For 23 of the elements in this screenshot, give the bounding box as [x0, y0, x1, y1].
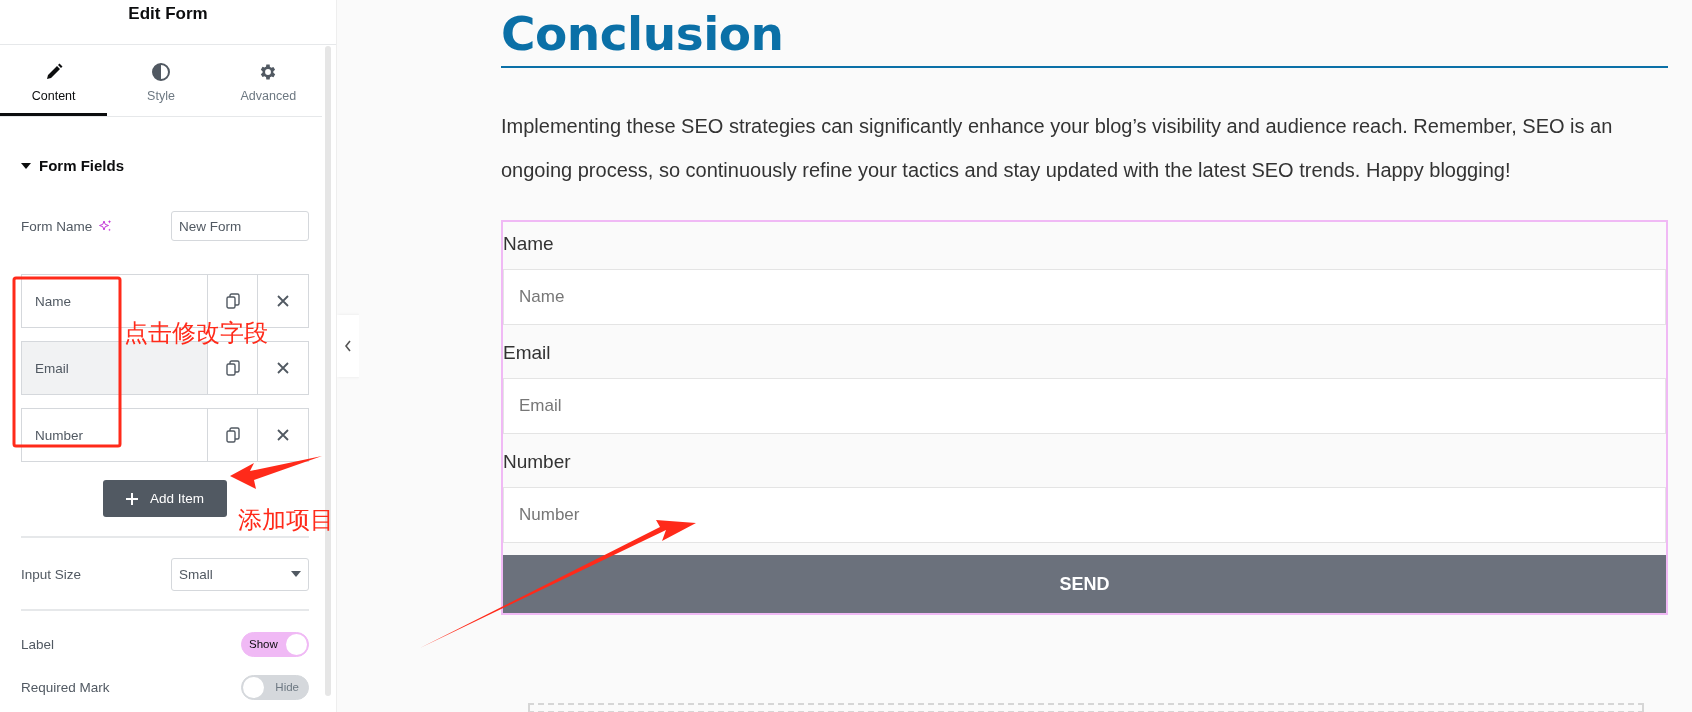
- control-label: Label: [21, 636, 55, 652]
- control-label: Form Name: [21, 218, 93, 234]
- control-label: Required Mark: [21, 679, 110, 695]
- tab[interactable]: Style: [107, 45, 215, 116]
- tab[interactable]: Content: [0, 45, 108, 116]
- panel-title: Edit Form: [128, 3, 208, 24]
- input-field[interactable]: Name: [503, 269, 1666, 325]
- control-label: Input Size: [21, 566, 82, 582]
- toggle-switch[interactable]: Show: [241, 631, 309, 657]
- input-field[interactable]: Number: [503, 487, 1666, 543]
- paragraph: Implementing these SEO strategies can significantly enhance your blog’s visibility and audience reach. Remember, SEO is an ongoing process, so continuously refine your tactics and stay updated with the latest SEO trends. Happy blogging!: [501, 114, 1614, 183]
- send-button[interactable]: SEND: [503, 555, 1666, 613]
- input-size-select[interactable]: Small: [171, 557, 309, 591]
- field-label: Number: [503, 450, 572, 474]
- section-header[interactable]: Form Fields: [21, 157, 124, 174]
- annotation-text: 添加项目: [238, 505, 334, 535]
- add-item-button[interactable]: Add Item: [103, 480, 227, 517]
- field-label: Name: [503, 232, 555, 256]
- form-name-field[interactable]: New Form: [171, 211, 309, 241]
- field-label: Email: [503, 341, 552, 365]
- input-field[interactable]: Email: [503, 378, 1666, 434]
- tab[interactable]: Advanced: [214, 45, 322, 116]
- heading: Conclusion: [501, 0, 1668, 68]
